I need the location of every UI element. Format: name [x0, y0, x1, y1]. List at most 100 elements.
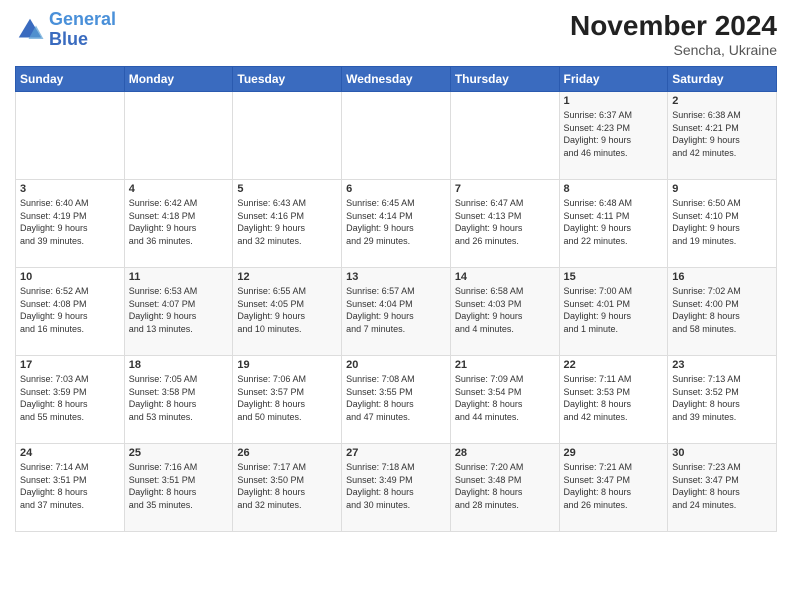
cell-2-0: 10 Sunrise: 6:52 AM Sunset: 4:08 PM Dayli… [16, 268, 125, 356]
day-number-21: 21 [455, 359, 555, 371]
day-number-10: 10 [20, 271, 120, 283]
calendar: Sunday Monday Tuesday Wednesday Thursday… [15, 66, 777, 532]
day-number-20: 20 [346, 359, 446, 371]
day-number-28: 28 [455, 447, 555, 459]
cell-3-1: 18 Sunrise: 7:05 AM Sunset: 3:58 PM Dayli… [124, 356, 233, 444]
day-number-29: 29 [564, 447, 664, 459]
cell-0-2 [233, 92, 342, 180]
cell-3-0: 17Sunrise: 7:03 AM Sunset: 3:59 PM Dayli… [16, 356, 125, 444]
header-tuesday: Tuesday [233, 67, 342, 92]
day-number-14: 14 [455, 271, 555, 283]
day-info-2: Sunrise: 6:38 AM Sunset: 4:21 PM Dayligh… [672, 109, 772, 159]
day-number-25: 25 [129, 447, 229, 459]
day-info-13: Sunrise: 6:57 AM Sunset: 4:04 PM Dayligh… [346, 285, 446, 335]
cell-3-2: 19 Sunrise: 7:06 AM Sunset: 3:57 PM Dayli… [233, 356, 342, 444]
cell-4-5: 29 Sunrise: 7:21 AM Sunset: 3:47 PM Dayli… [559, 444, 668, 532]
day-number-22: 22 [564, 359, 664, 371]
day-number-18: 18 [129, 359, 229, 371]
day-info-23: Sunrise: 7:13 AM Sunset: 3:52 PM Dayligh… [672, 373, 772, 423]
header-sunday: Sunday [16, 67, 125, 92]
day-info-18: Sunrise: 7:05 AM Sunset: 3:58 PM Dayligh… [129, 373, 229, 423]
day-number-2: 2 [672, 95, 772, 107]
page: General Blue November 2024 Sencha, Ukrai… [0, 0, 792, 612]
cell-1-1: 4Sunrise: 6:42 AM Sunset: 4:18 PM Daylig… [124, 180, 233, 268]
subtitle: Sencha, Ukraine [570, 42, 777, 58]
cell-3-3: 20 Sunrise: 7:08 AM Sunset: 3:55 PM Dayli… [342, 356, 451, 444]
week-row-2: 10 Sunrise: 6:52 AM Sunset: 4:08 PM Dayli… [16, 268, 777, 356]
day-number-24: 24 [20, 447, 120, 459]
day-info-15: Sunrise: 7:00 AM Sunset: 4:01 PM Dayligh… [564, 285, 664, 335]
cell-3-6: 23 Sunrise: 7:13 AM Sunset: 3:52 PM Dayli… [668, 356, 777, 444]
cell-0-0 [16, 92, 125, 180]
day-number-27: 27 [346, 447, 446, 459]
day-number-1: 1 [564, 95, 664, 107]
logo-line1: General [49, 9, 116, 29]
header-monday: Monday [124, 67, 233, 92]
week-row-1: 3 Sunrise: 6:40 AM Sunset: 4:19 PM Daylig… [16, 180, 777, 268]
logo: General Blue [15, 10, 116, 50]
logo-icon [15, 15, 45, 45]
cell-0-6: 2 Sunrise: 6:38 AM Sunset: 4:21 PM Daylig… [668, 92, 777, 180]
cell-2-5: 15Sunrise: 7:00 AM Sunset: 4:01 PM Dayli… [559, 268, 668, 356]
cell-4-2: 26 Sunrise: 7:17 AM Sunset: 3:50 PM Dayli… [233, 444, 342, 532]
cell-0-1 [124, 92, 233, 180]
cell-2-1: 11 Sunrise: 6:53 AM Sunset: 4:07 PM Dayli… [124, 268, 233, 356]
calendar-header-row: Sunday Monday Tuesday Wednesday Thursday… [16, 67, 777, 92]
day-info-25: Sunrise: 7:16 AM Sunset: 3:51 PM Dayligh… [129, 461, 229, 511]
logo-line2: Blue [49, 29, 88, 49]
week-row-3: 17Sunrise: 7:03 AM Sunset: 3:59 PM Dayli… [16, 356, 777, 444]
day-info-20: Sunrise: 7:08 AM Sunset: 3:55 PM Dayligh… [346, 373, 446, 423]
day-info-26: Sunrise: 7:17 AM Sunset: 3:50 PM Dayligh… [237, 461, 337, 511]
cell-2-6: 16 Sunrise: 7:02 AM Sunset: 4:00 PM Dayli… [668, 268, 777, 356]
day-number-3: 3 [20, 183, 120, 195]
cell-1-4: 7 Sunrise: 6:47 AM Sunset: 4:13 PM Daylig… [450, 180, 559, 268]
day-info-29: Sunrise: 7:21 AM Sunset: 3:47 PM Dayligh… [564, 461, 664, 511]
header-saturday: Saturday [668, 67, 777, 92]
day-number-7: 7 [455, 183, 555, 195]
day-info-16: Sunrise: 7:02 AM Sunset: 4:00 PM Dayligh… [672, 285, 772, 335]
day-info-11: Sunrise: 6:53 AM Sunset: 4:07 PM Dayligh… [129, 285, 229, 335]
day-info-7: Sunrise: 6:47 AM Sunset: 4:13 PM Dayligh… [455, 197, 555, 247]
cell-4-1: 25 Sunrise: 7:16 AM Sunset: 3:51 PM Dayli… [124, 444, 233, 532]
day-info-4: Sunrise: 6:42 AM Sunset: 4:18 PM Dayligh… [129, 197, 229, 247]
cell-0-5: 1Sunrise: 6:37 AM Sunset: 4:23 PM Daylig… [559, 92, 668, 180]
day-info-30: Sunrise: 7:23 AM Sunset: 3:47 PM Dayligh… [672, 461, 772, 511]
cell-0-4 [450, 92, 559, 180]
cell-1-3: 6 Sunrise: 6:45 AM Sunset: 4:14 PM Daylig… [342, 180, 451, 268]
cell-1-5: 8 Sunrise: 6:48 AM Sunset: 4:11 PM Daylig… [559, 180, 668, 268]
week-row-4: 24 Sunrise: 7:14 AM Sunset: 3:51 PM Dayli… [16, 444, 777, 532]
day-number-6: 6 [346, 183, 446, 195]
day-info-12: Sunrise: 6:55 AM Sunset: 4:05 PM Dayligh… [237, 285, 337, 335]
day-number-8: 8 [564, 183, 664, 195]
day-number-26: 26 [237, 447, 337, 459]
day-info-27: Sunrise: 7:18 AM Sunset: 3:49 PM Dayligh… [346, 461, 446, 511]
cell-3-4: 21 Sunrise: 7:09 AM Sunset: 3:54 PM Dayli… [450, 356, 559, 444]
cell-3-5: 22 Sunrise: 7:11 AM Sunset: 3:53 PM Dayli… [559, 356, 668, 444]
day-info-19: Sunrise: 7:06 AM Sunset: 3:57 PM Dayligh… [237, 373, 337, 423]
cell-4-3: 27 Sunrise: 7:18 AM Sunset: 3:49 PM Dayli… [342, 444, 451, 532]
day-number-23: 23 [672, 359, 772, 371]
day-info-6: Sunrise: 6:45 AM Sunset: 4:14 PM Dayligh… [346, 197, 446, 247]
day-info-8: Sunrise: 6:48 AM Sunset: 4:11 PM Dayligh… [564, 197, 664, 247]
title-area: November 2024 Sencha, Ukraine [570, 10, 777, 58]
day-number-11: 11 [129, 271, 229, 283]
day-number-16: 16 [672, 271, 772, 283]
day-info-10: Sunrise: 6:52 AM Sunset: 4:08 PM Dayligh… [20, 285, 120, 335]
cell-2-3: 13Sunrise: 6:57 AM Sunset: 4:04 PM Dayli… [342, 268, 451, 356]
logo-text: General Blue [49, 10, 116, 50]
cell-4-6: 30 Sunrise: 7:23 AM Sunset: 3:47 PM Dayli… [668, 444, 777, 532]
day-info-28: Sunrise: 7:20 AM Sunset: 3:48 PM Dayligh… [455, 461, 555, 511]
day-number-19: 19 [237, 359, 337, 371]
cell-0-3 [342, 92, 451, 180]
day-info-21: Sunrise: 7:09 AM Sunset: 3:54 PM Dayligh… [455, 373, 555, 423]
day-info-14: Sunrise: 6:58 AM Sunset: 4:03 PM Dayligh… [455, 285, 555, 335]
cell-4-4: 28 Sunrise: 7:20 AM Sunset: 3:48 PM Dayli… [450, 444, 559, 532]
day-info-3: Sunrise: 6:40 AM Sunset: 4:19 PM Dayligh… [20, 197, 120, 247]
day-number-9: 9 [672, 183, 772, 195]
week-row-0: 1Sunrise: 6:37 AM Sunset: 4:23 PM Daylig… [16, 92, 777, 180]
cell-2-4: 14 Sunrise: 6:58 AM Sunset: 4:03 PM Dayli… [450, 268, 559, 356]
day-info-24: Sunrise: 7:14 AM Sunset: 3:51 PM Dayligh… [20, 461, 120, 511]
day-number-5: 5 [237, 183, 337, 195]
day-number-30: 30 [672, 447, 772, 459]
day-info-22: Sunrise: 7:11 AM Sunset: 3:53 PM Dayligh… [564, 373, 664, 423]
